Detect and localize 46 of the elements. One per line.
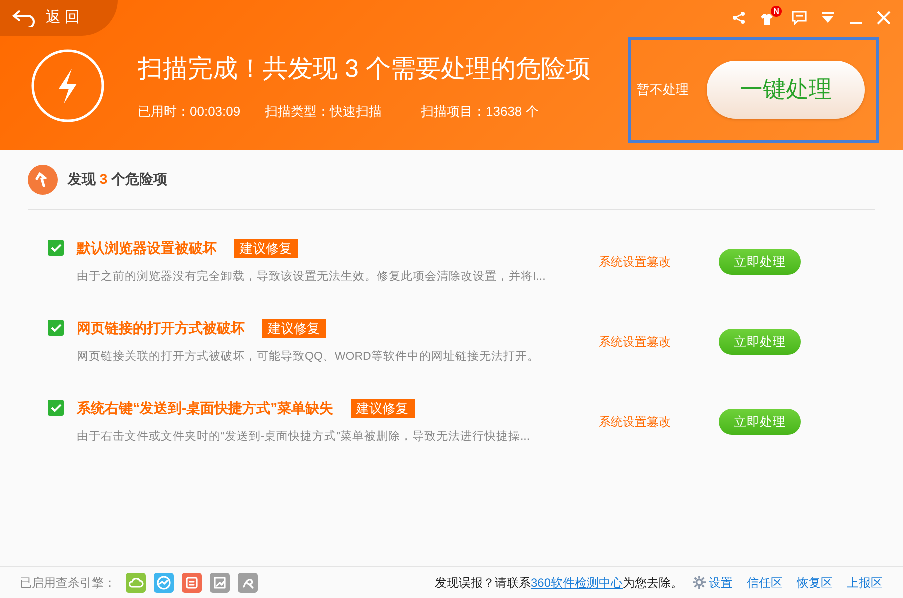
footer-link[interactable]: 设置 (709, 574, 733, 592)
fix-all-button[interactable]: 一键处理 (707, 60, 865, 118)
notification-badge: N (771, 6, 782, 17)
checkbox[interactable] (48, 240, 64, 256)
scan-stat: 扫描类型：快速扫描 (265, 103, 383, 121)
check-icon (50, 404, 62, 413)
risk-description: 由于之前的浏览器没有完全卸载，导致该设置无法生效。修复此项会清除改设置，并将I... (76, 269, 547, 285)
shirt-icon[interactable] (760, 12, 774, 26)
footer-link[interactable]: 恢复区 (797, 574, 833, 592)
risk-description: 由于右击文件或文件夹时的“发送到-桌面快捷方式”菜单被删除，导致无法进行快捷操... (76, 429, 532, 445)
risk-description: 网页链接关联的打开方式被破坏，可能导致QQ、WORD等软件中的网址链接无法打开。 (76, 349, 540, 365)
scan-stat: 已用时：00:03:09 (138, 103, 242, 121)
checkbox[interactable] (48, 400, 64, 416)
footer-link[interactable]: 信任区 (747, 574, 783, 592)
recommend-tag: 建议修复 (262, 318, 326, 338)
scan-stat: 扫描项目：13638 个 (421, 103, 539, 121)
risk-title: 默认浏览器设置被破坏 (77, 238, 217, 258)
report-link[interactable]: 360软件检测中心 (530, 576, 623, 590)
lightning-circle-icon (31, 49, 105, 123)
fix-now-button[interactable]: 立即处理 (719, 409, 801, 435)
arrow-badge-icon (28, 164, 58, 194)
risk-category: 系统设置篡改 (599, 254, 671, 271)
fix-now-button[interactable]: 立即处理 (719, 329, 801, 355)
risk-category: 系统设置篡改 (599, 414, 671, 431)
section-title: 发现 3 个危险项 (68, 170, 168, 189)
footer-link[interactable]: 上报区 (847, 574, 883, 592)
recommend-tag: 建议修复 (350, 398, 415, 418)
feedback-icon[interactable] (792, 11, 807, 25)
checkbox[interactable] (48, 320, 64, 336)
skip-button[interactable]: 暂不处理 (637, 80, 689, 100)
engines-label: 已启用查杀引擎： (20, 574, 116, 592)
check-icon (50, 324, 62, 333)
scan-result-title: 扫描完成！共发现 3 个需要处理的危险项 (138, 54, 591, 84)
close-icon[interactable] (877, 11, 891, 25)
share-icon[interactable] (732, 11, 746, 25)
risk-title: 网页链接的打开方式被破坏 (77, 318, 245, 338)
fix-now-button[interactable]: 立即处理 (719, 249, 801, 275)
risk-title: 系统右键“发送到-桌面快捷方式”菜单缺失 (77, 398, 334, 418)
report-text: 发现误报？请联系360软件检测中心为您去除。 (434, 574, 683, 592)
check-icon (50, 244, 62, 253)
back-button[interactable]: 返 回 (0, 0, 118, 36)
back-arrow-icon (12, 9, 38, 27)
dropdown-menu-icon[interactable] (821, 12, 835, 24)
recommend-tag: 建议修复 (234, 238, 298, 258)
risk-category: 系统设置篡改 (599, 334, 671, 351)
settings-icon[interactable] (693, 576, 706, 589)
